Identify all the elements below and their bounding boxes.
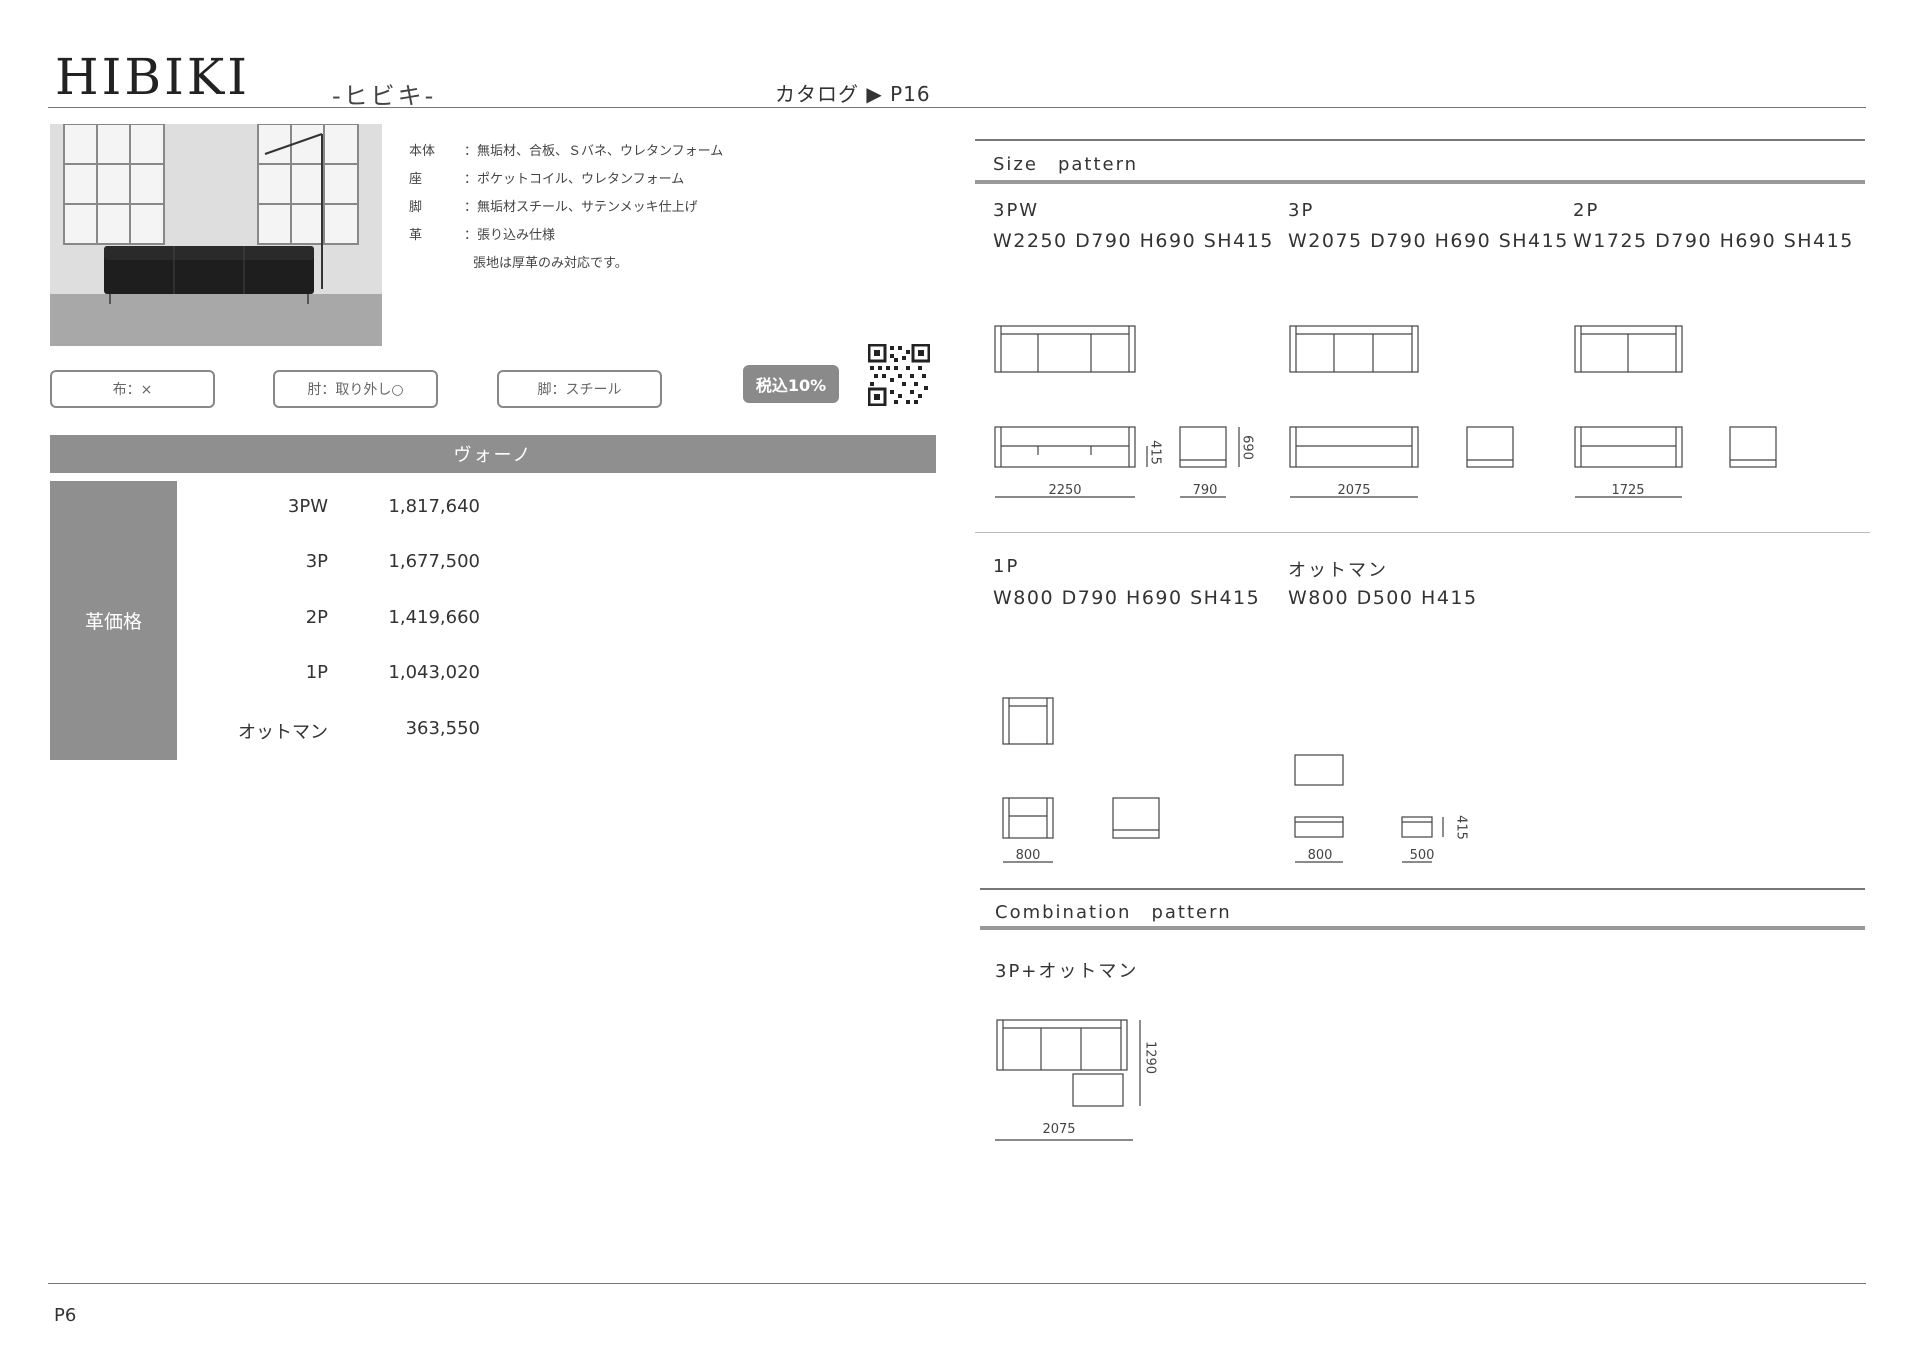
size-section-top-rule	[975, 139, 1865, 141]
1p-side-view	[1112, 797, 1160, 839]
combination-pattern-heading: Combination pattern	[995, 902, 1232, 923]
dim-3pw-depth: 790	[1192, 483, 1218, 498]
dim-3pw-seat-height: 415	[1147, 440, 1163, 465]
spec-value: ：無垢材スチール、サテンメッキ仕上げ	[464, 200, 698, 215]
size-model-ottoman: オットマン	[1288, 560, 1388, 581]
price-row: オットマン 363,550	[180, 718, 480, 748]
dim-2p-width: 1725	[1611, 483, 1645, 498]
dim-ottoman-depth: 500	[1409, 848, 1435, 863]
ottoman-front-view	[1294, 816, 1344, 838]
price-row: 3PW 1,817,640	[180, 496, 480, 526]
product-photo	[50, 124, 382, 346]
price-row-price: 363,550	[405, 718, 480, 739]
spec-label: 本体	[409, 144, 436, 159]
ottoman-top-view	[1294, 754, 1344, 786]
3pw-top-view	[994, 325, 1136, 373]
size-dims-2p: W1725 D790 H690 SH415	[1573, 230, 1854, 252]
spec-list: 本体 ：無垢材、合板、Ｓバネ、ウレタンフォーム 座 ：ポケットコイル、ウレタンフ…	[409, 140, 809, 280]
price-row-price: 1,817,640	[388, 496, 480, 517]
dim-3pw-height: 690	[1239, 435, 1255, 460]
spec-label: 革	[409, 228, 423, 243]
price-row: 3P 1,677,500	[180, 551, 480, 581]
size-dims-1p: W800 D790 H690 SH415	[993, 587, 1261, 609]
catalog-reference: カタログ ▶ P16	[775, 82, 931, 106]
size-model-1p: 1P	[993, 556, 1020, 577]
spec-row: 座 ：ポケットコイル、ウレタンフォーム	[409, 168, 809, 196]
tag-armrest: 肘：取り外し○	[273, 370, 438, 408]
2p-front-view	[1574, 426, 1683, 468]
1p-top-view	[1002, 697, 1054, 745]
spec-row: 張地は厚革のみ対応です。	[409, 252, 809, 280]
tax-badge: 税込10%	[743, 365, 839, 403]
size-dims-3pw: W2250 D790 H690 SH415	[993, 230, 1274, 252]
spec-value: ：ポケットコイル、ウレタンフォーム	[464, 172, 685, 187]
price-row-model: オットマン	[238, 722, 328, 743]
price-row: 1P 1,043,020	[180, 662, 480, 692]
price-row-model: 3PW	[287, 496, 328, 517]
tag-fabric: 布：×	[50, 370, 215, 408]
combination-drawing	[995, 1019, 1141, 1141]
header-divider	[48, 107, 1866, 108]
dim-combination-width: 2075	[1042, 1122, 1076, 1137]
dim-3p-width: 2075	[1337, 483, 1371, 498]
spec-label	[409, 252, 473, 280]
size-model-3pw: 3PW	[993, 200, 1040, 221]
size-row-divider	[975, 532, 1870, 533]
size-model-2p: 2P	[1573, 200, 1600, 221]
spec-label: 脚	[409, 200, 423, 215]
footer-divider	[48, 1283, 1866, 1284]
tag-fabric-label: 布：×	[112, 382, 153, 398]
3pw-front-view	[994, 426, 1136, 468]
price-row-price: 1,419,660	[388, 607, 480, 628]
dim-combination-depth: 1290	[1142, 1040, 1158, 1075]
dim-ottoman-width: 800	[1307, 848, 1333, 863]
ottoman-side-view	[1401, 816, 1433, 838]
title-kana: -ヒビキ-	[332, 82, 437, 110]
dim-ottoman-height: 415	[1453, 815, 1469, 840]
combination-model: 3P+オットマン	[995, 961, 1139, 982]
spec-value: 張地は厚革のみ対応です。	[473, 256, 628, 271]
size-section-bottom-rule	[975, 180, 1865, 184]
size-dims-3p: W2075 D790 H690 SH415	[1288, 230, 1569, 252]
spec-row: 本体 ：無垢材、合板、Ｓバネ、ウレタンフォーム	[409, 140, 809, 168]
3p-front-view	[1289, 426, 1419, 468]
3p-top-view	[1289, 325, 1419, 373]
price-table-header-label: ヴォーノ	[453, 445, 533, 466]
2p-side-view	[1729, 426, 1777, 468]
dim-3pw-width: 2250	[1048, 483, 1082, 498]
tag-armrest-label: 肘：取り外し○	[307, 382, 404, 398]
tax-badge-label: 税込10%	[755, 376, 827, 395]
price-category-label: 革価格	[84, 611, 142, 633]
spec-value: ：無垢材、合板、Ｓバネ、ウレタンフォーム	[464, 144, 724, 159]
price-row-price: 1,043,020	[388, 662, 480, 683]
price-table-header: ヴォーノ	[50, 435, 936, 473]
qr-code[interactable]	[867, 343, 931, 407]
size-pattern-heading: Size pattern	[993, 154, 1139, 175]
dim-1p-width: 800	[1015, 848, 1041, 863]
price-row-price: 1,677,500	[388, 551, 480, 572]
spec-row: 脚 ：無垢材スチール、サテンメッキ仕上げ	[409, 196, 809, 224]
tag-legs-label: 脚：スチール	[537, 382, 622, 398]
page-title: HIBIKI	[55, 48, 250, 106]
size-drawings-row1	[994, 325, 1777, 498]
combination-ottoman-top-view	[1072, 1073, 1124, 1107]
spec-value: ：張り込み仕様	[464, 228, 556, 243]
tag-legs: 脚：スチール	[497, 370, 662, 408]
size-dims-ottoman: W800 D500 H415	[1288, 587, 1478, 609]
size-drawings-row2	[1002, 697, 1444, 863]
combination-bottom-rule	[980, 926, 1865, 930]
size-model-3p: 3P	[1288, 200, 1315, 221]
price-category: 革価格	[50, 481, 177, 760]
page-number: P6	[54, 1305, 77, 1326]
combination-top-rule	[980, 888, 1865, 890]
3pw-side-view	[1179, 426, 1227, 468]
3p-side-view	[1466, 426, 1514, 468]
price-row-model: 3P	[305, 551, 328, 572]
price-row: 2P 1,419,660	[180, 607, 480, 637]
spec-row: 革 ：張り込み仕様	[409, 224, 809, 252]
price-row-model: 2P	[305, 607, 328, 628]
price-row-model: 1P	[305, 662, 328, 683]
spec-label: 座	[409, 172, 423, 187]
1p-front-view	[1002, 797, 1054, 839]
